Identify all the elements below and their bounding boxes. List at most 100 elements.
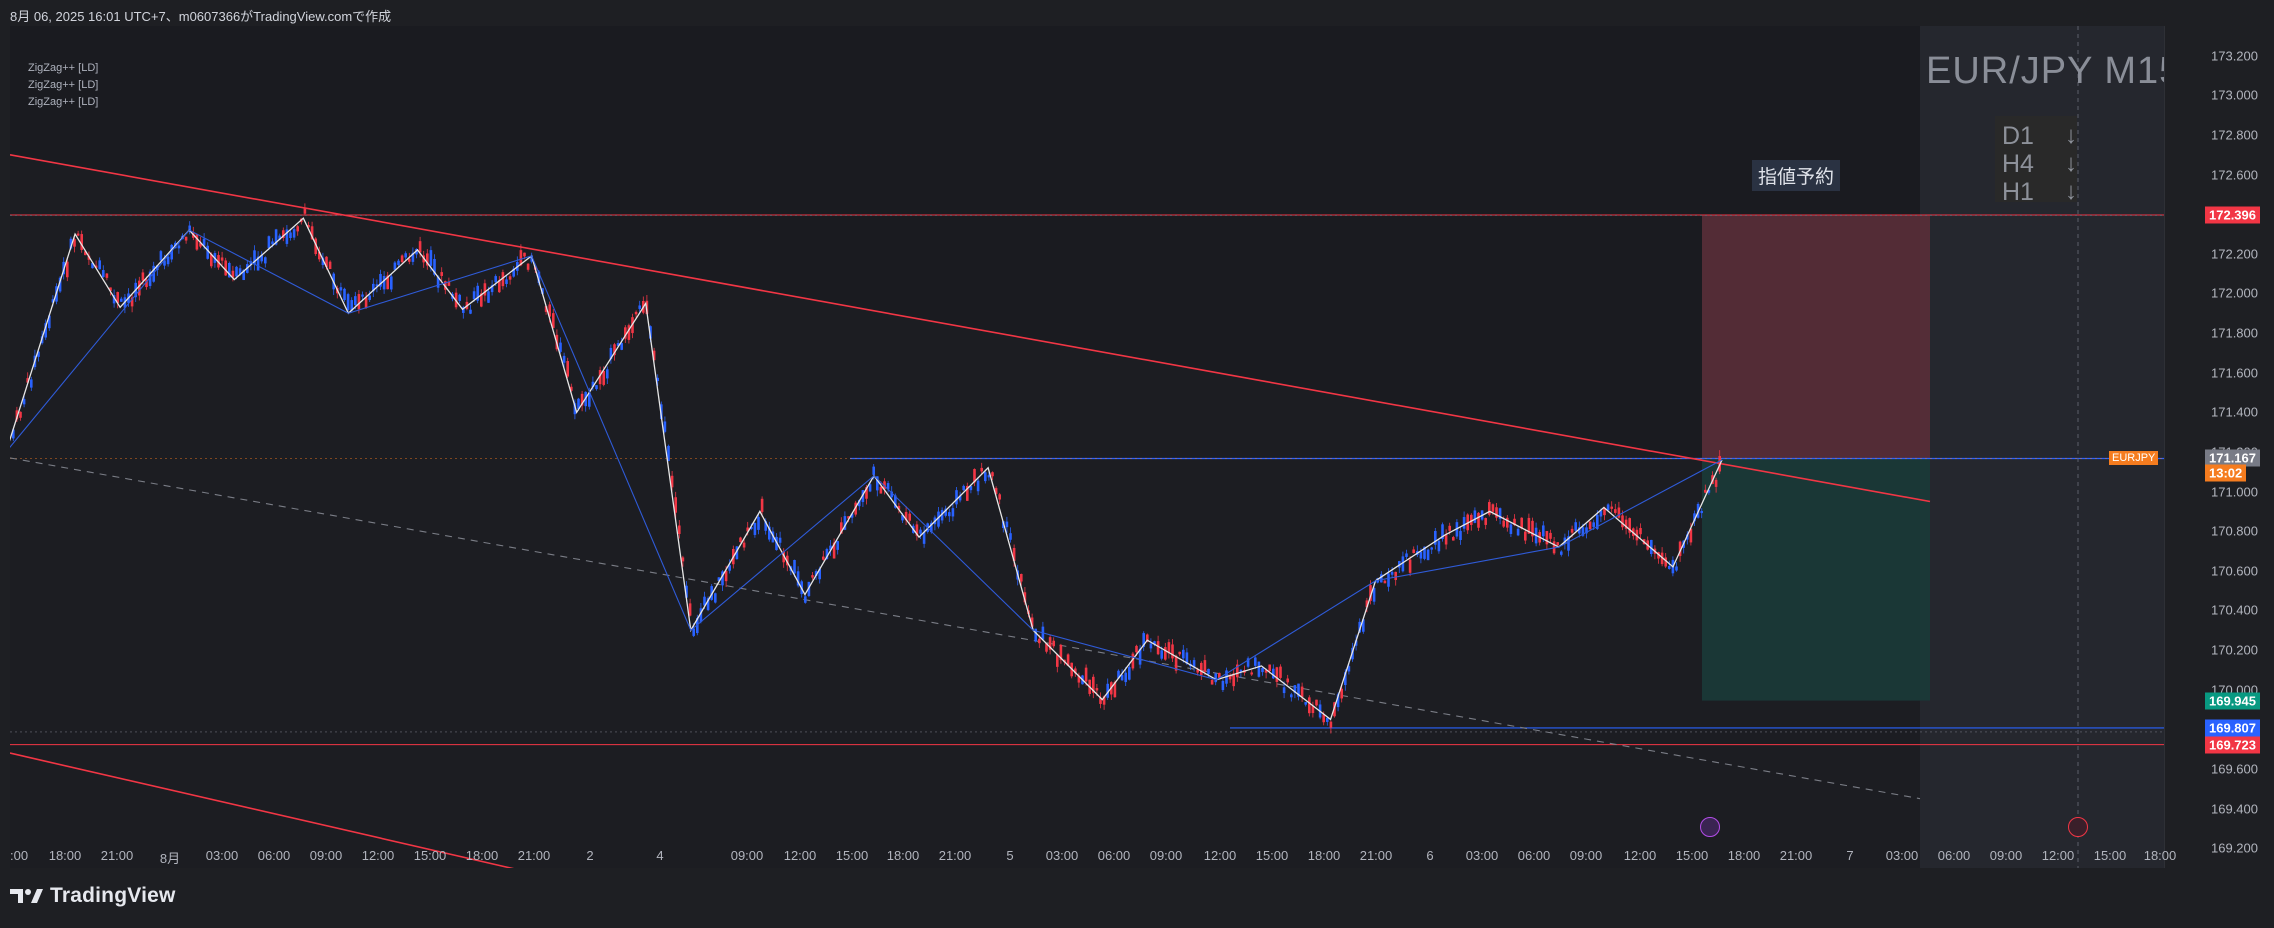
candle-body	[1084, 667, 1088, 682]
candle-body	[948, 512, 951, 517]
candle-body	[1329, 721, 1333, 728]
price-chart[interactable]	[10, 26, 2164, 868]
candle-body	[1052, 640, 1055, 647]
timeframe-label: H4	[2002, 150, 2034, 178]
price-axis[interactable]: 173.200173.000172.800172.600172.400172.2…	[2109, 26, 2274, 868]
time-tick-label: 18:00	[1727, 848, 1761, 863]
price-tick-label: 169.200	[2211, 840, 2258, 856]
candle-body	[1383, 580, 1387, 584]
candle-body	[1128, 667, 1131, 680]
candle-body	[296, 226, 299, 232]
economic-event-icon[interactable]	[2068, 817, 2088, 837]
price-tag[interactable]: 13:02	[2205, 464, 2247, 482]
time-tick-label: 18:00	[2143, 848, 2177, 863]
symbol-price-tag[interactable]: EURJPY	[2109, 451, 2159, 466]
candle-body	[339, 287, 343, 291]
candle-body	[382, 275, 386, 290]
brand-logo[interactable]: TradingView	[10, 884, 176, 908]
candle-body	[1279, 666, 1282, 678]
candle-body	[822, 556, 825, 560]
candle-body	[1257, 661, 1261, 677]
time-tick-label: 7	[1846, 848, 1854, 863]
candle-body	[440, 272, 443, 276]
candle-body	[678, 525, 681, 534]
candle-body	[1387, 573, 1390, 587]
candle-body	[354, 296, 357, 306]
candle-body	[408, 258, 411, 262]
time-tick-label: 06:00	[257, 848, 291, 863]
candle-body	[1700, 510, 1703, 514]
indicator-label[interactable]: ZigZag++ [LD]	[28, 94, 98, 111]
price-tick-label: 170.400	[2211, 602, 2258, 618]
candle-body	[620, 343, 623, 350]
event-icon[interactable]	[1700, 817, 1720, 837]
time-tick-label: 18:00	[1307, 848, 1341, 863]
candle-body	[1304, 702, 1307, 705]
time-tick-label: 15:00	[835, 848, 869, 863]
candle-body	[1207, 668, 1210, 675]
candle-body	[1250, 672, 1253, 675]
candle-body	[469, 309, 472, 314]
candle-body	[1221, 680, 1225, 691]
candle-body	[688, 603, 692, 616]
time-tick-label: 21:00	[938, 848, 972, 863]
price-tick-label: 171.400	[2211, 404, 2258, 420]
candle-body	[634, 311, 638, 315]
indicator-label[interactable]: ZigZag++ [LD]	[28, 77, 98, 94]
candle-body	[955, 490, 958, 505]
candle-body	[267, 236, 271, 249]
indicator-label[interactable]: ZigZag++ [LD]	[28, 60, 98, 77]
price-tag[interactable]: 169.807	[2205, 719, 2260, 737]
candle-body	[1405, 553, 1408, 557]
candle-body	[991, 472, 994, 477]
candle-body	[836, 541, 839, 550]
price-tick-label: 170.800	[2211, 523, 2258, 539]
time-tick-label: 03:00	[1885, 848, 1919, 863]
time-axis[interactable]: :00 18:00 21:00 8月 03:00 06:00 09:00 12:00 15:00…	[10, 842, 2176, 868]
price-tag[interactable]: 169.723	[2205, 736, 2260, 754]
candle-body	[1290, 694, 1293, 698]
time-tick-label: 03:00	[1465, 848, 1499, 863]
candle-body	[1272, 668, 1275, 679]
candle-body	[1005, 521, 1009, 528]
candle-body	[1182, 649, 1185, 659]
time-tick-label: 15:00	[2093, 848, 2127, 863]
candle-body	[397, 260, 400, 266]
candle-body	[1675, 566, 1678, 571]
time-tick-label: 09:00	[730, 848, 764, 863]
time-tick-label: 5	[1006, 848, 1014, 863]
candle-body	[120, 298, 123, 302]
candle-body	[1426, 549, 1430, 561]
chart-caption: 8月 06, 2025 16:01 UTC+7、m0607366がTrading…	[10, 9, 392, 24]
candle-body	[76, 233, 80, 236]
candle-body	[1452, 537, 1455, 541]
candle-body	[566, 361, 569, 377]
candle-body	[753, 523, 757, 535]
candle-body	[1160, 650, 1163, 659]
candle-body	[102, 270, 105, 278]
time-tick-label: 2	[586, 848, 594, 863]
time-tick-label: 12:00	[1203, 848, 1237, 863]
candle-body	[483, 283, 487, 296]
candle-body	[66, 261, 69, 278]
candle-body	[559, 342, 562, 352]
symbol-watermark: EUR/JPY M15	[1926, 50, 2182, 92]
candle-body	[1488, 502, 1491, 515]
order-label[interactable]: 指値予約	[1752, 160, 1841, 191]
candle-body	[1639, 528, 1642, 535]
candle-body	[361, 294, 364, 297]
candle-body	[1714, 479, 1718, 487]
candle-body	[1009, 533, 1012, 540]
candle-body	[1477, 512, 1480, 528]
candle-body	[562, 355, 566, 363]
price-tag[interactable]: 169.945	[2205, 692, 2260, 710]
candle-body	[1419, 551, 1423, 559]
time-tick-label: 12:00	[1623, 848, 1657, 863]
price-tag[interactable]: 172.396	[2205, 206, 2260, 224]
candle-body	[742, 542, 746, 548]
chart-area[interactable]: ZigZag++ [LD] ZigZag++ [LD] ZigZag++ [LD…	[10, 26, 2164, 868]
candle-body	[80, 234, 83, 250]
candle-body	[980, 467, 983, 472]
candle-body	[328, 261, 332, 270]
candle-body	[962, 485, 965, 491]
